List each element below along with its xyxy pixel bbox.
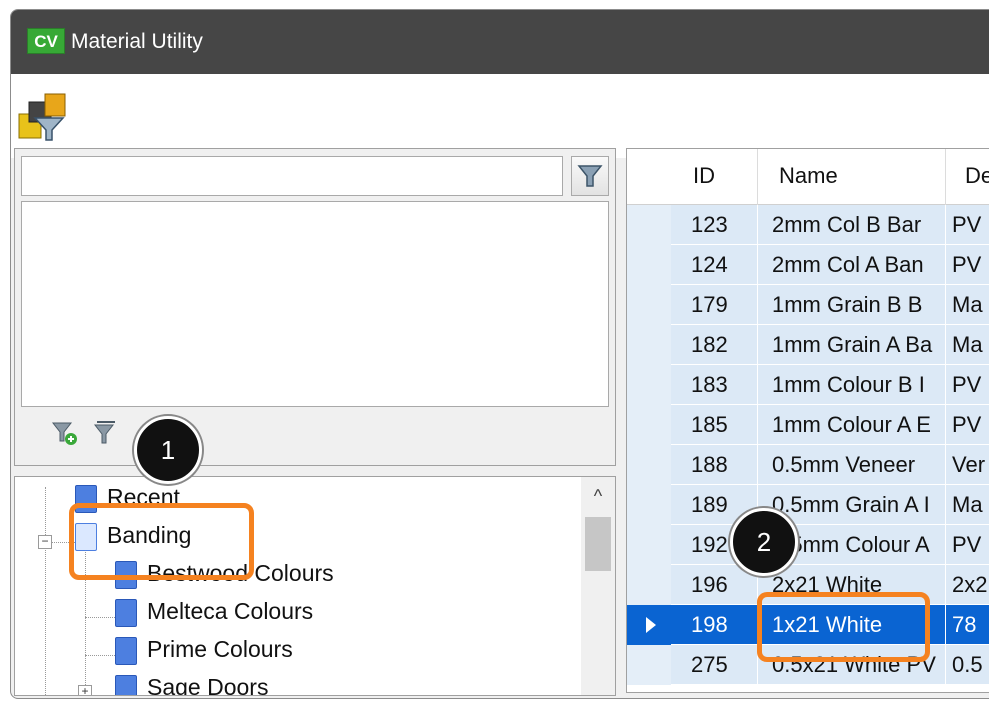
filter-criteria-list[interactable] [21, 201, 609, 407]
row-selector[interactable] [627, 525, 671, 565]
row-selector[interactable] [627, 285, 671, 325]
row-selector[interactable] [627, 645, 671, 685]
table-row[interactable]: 185 1mm Colour A E PV [627, 405, 989, 445]
tree-item-label: Melteca Colours [147, 598, 314, 624]
column-separator[interactable] [945, 149, 946, 205]
app-logo-icon: CV [27, 28, 65, 54]
row-selector[interactable] [627, 245, 671, 285]
column-separator[interactable] [757, 149, 758, 205]
row-selector[interactable] [627, 365, 671, 405]
search-input[interactable] [21, 156, 563, 196]
cell-description[interactable]: PV [946, 245, 989, 285]
banding-highlight [69, 503, 254, 580]
cell-description[interactable]: Ver [946, 445, 989, 485]
cell-name[interactable]: 2mm Col A Ban [758, 245, 945, 285]
cell-description[interactable]: 2x2 [946, 565, 989, 605]
cell-name[interactable]: 0.5mm Veneer [758, 445, 945, 485]
cell-id[interactable]: 124 [671, 245, 757, 285]
selected-row-highlight [757, 592, 930, 662]
tree-item-label: Prime Colours [147, 636, 293, 662]
table-row[interactable]: 192 0.5mm Colour A PV [627, 525, 989, 565]
column-header-name[interactable]: Name [779, 163, 838, 189]
callout-1: 1 [134, 416, 202, 484]
tree-item-melteca-colours[interactable]: Melteca Colours [115, 593, 313, 629]
cell-id[interactable]: 183 [671, 365, 757, 405]
cell-id[interactable]: 179 [671, 285, 757, 325]
row-divider [671, 684, 989, 685]
tree-item-label: Sage Doors [147, 674, 269, 696]
tree-scrollbar[interactable]: ^ [581, 477, 615, 695]
cell-description[interactable]: Ma [946, 285, 989, 325]
table-row[interactable]: 183 1mm Colour B I PV [627, 365, 989, 405]
banding-collapse-toggle[interactable]: − [38, 535, 52, 549]
funnel-icon [577, 165, 603, 187]
title-bar[interactable]: CV Material Utility [11, 10, 989, 74]
window-title: Material Utility [71, 30, 203, 53]
cell-id[interactable]: 275 [671, 645, 757, 685]
scroll-up-arrow-icon[interactable]: ^ [581, 481, 615, 511]
row-selector[interactable] [627, 565, 671, 605]
book-icon [115, 598, 137, 627]
callout-2: 2 [730, 508, 798, 576]
cell-id[interactable]: 182 [671, 325, 757, 365]
table-row[interactable]: 179 1mm Grain B B Ma [627, 285, 989, 325]
table-row[interactable]: 182 1mm Grain A Ba Ma [627, 325, 989, 365]
tree-line [85, 655, 115, 656]
column-header-description[interactable]: De [965, 163, 989, 189]
row-selector[interactable] [627, 485, 671, 525]
tree-item-sage-doors[interactable]: Sage Doors [115, 669, 269, 696]
column-header-id[interactable]: ID [693, 163, 715, 189]
book-icon [115, 674, 137, 695]
scroll-thumb[interactable] [585, 517, 611, 571]
add-filter-icon[interactable] [51, 419, 79, 447]
row-selector[interactable] [627, 605, 671, 645]
cell-id[interactable]: 198 [671, 605, 757, 645]
cell-description[interactable]: PV [946, 525, 989, 565]
row-selector[interactable] [627, 205, 671, 245]
book-icon [115, 636, 137, 665]
cell-description[interactable]: 78 [946, 605, 989, 645]
cell-id[interactable]: 188 [671, 445, 757, 485]
cell-description[interactable]: PV [946, 365, 989, 405]
table-row[interactable]: 189 0.5mm Grain A I Ma [627, 485, 989, 525]
cell-name[interactable]: 1mm Colour B I [758, 365, 945, 405]
cell-id[interactable]: 185 [671, 405, 757, 445]
material-filter-tool-icon[interactable] [17, 92, 69, 142]
sage-doors-expand-toggle[interactable]: + [78, 685, 92, 695]
tree-item-prime-colours[interactable]: Prime Colours [115, 631, 293, 667]
cell-description[interactable]: Ma [946, 325, 989, 365]
tree-line [85, 617, 115, 618]
clear-filter-icon[interactable] [93, 419, 121, 447]
row-selector[interactable] [627, 405, 671, 445]
filter-panel [14, 148, 616, 466]
left-pane: − + Recent Banding Bestwood Colours Melt… [14, 148, 616, 696]
cell-description[interactable]: Ma [946, 485, 989, 525]
cell-description[interactable]: PV [946, 405, 989, 445]
cell-name[interactable]: 1mm Grain B B [758, 285, 945, 325]
row-selector[interactable] [627, 325, 671, 365]
table-row[interactable]: 124 2mm Col A Ban PV [627, 245, 989, 285]
cell-name[interactable]: 1mm Grain A Ba [758, 325, 945, 365]
toolbar [11, 74, 989, 158]
table-row[interactable]: 188 0.5mm Veneer Ver [627, 445, 989, 485]
cell-id[interactable]: 123 [671, 205, 757, 245]
cell-name[interactable]: 1mm Colour A E [758, 405, 945, 445]
filter-button[interactable] [571, 156, 609, 196]
tree-line [45, 487, 46, 695]
cell-description[interactable]: 0.5 [946, 645, 989, 685]
current-row-arrow-icon [646, 617, 656, 633]
grid-header: ID Name De [627, 149, 989, 205]
cell-name[interactable]: 2mm Col B Bar [758, 205, 945, 245]
cell-id[interactable]: 196 [671, 565, 757, 605]
row-selector[interactable] [627, 445, 671, 485]
cell-description[interactable]: PV [946, 205, 989, 245]
table-row[interactable]: 123 2mm Col B Bar PV [627, 205, 989, 245]
